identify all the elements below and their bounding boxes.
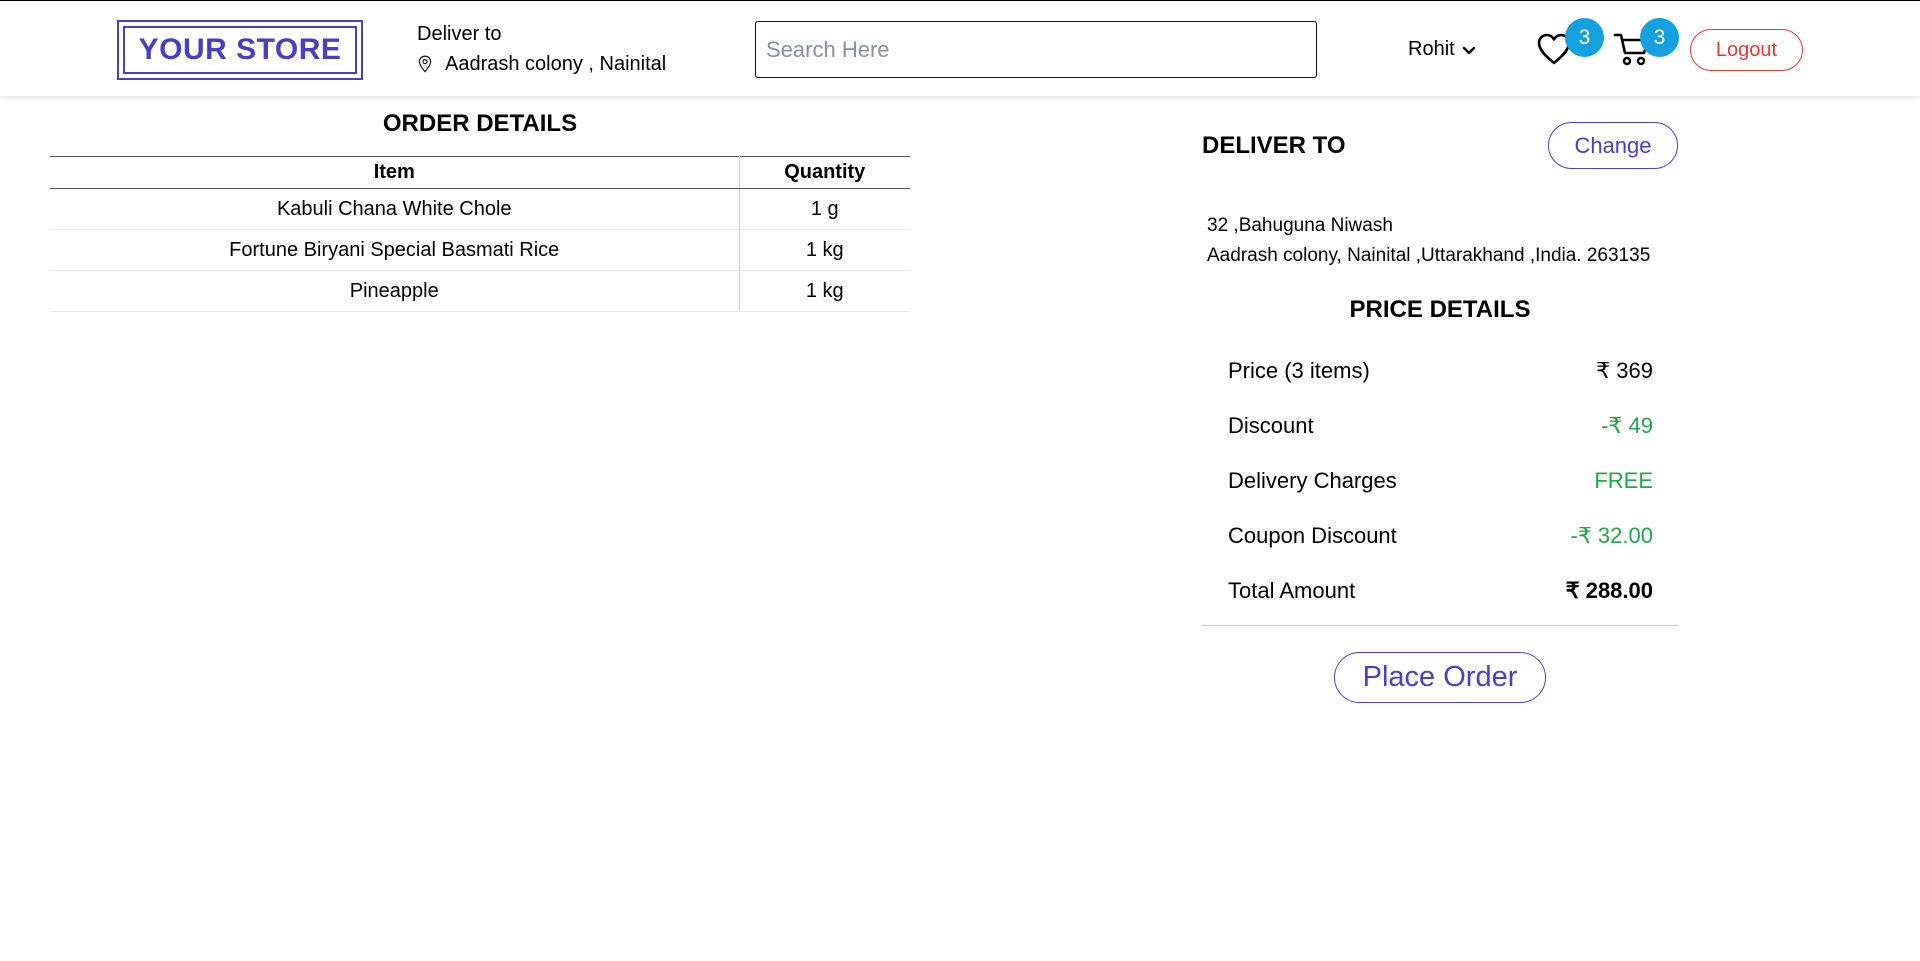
discount-label: Discount <box>1228 413 1314 438</box>
order-items-table: Item Quantity Kabuli Chana White Chole 1… <box>50 156 910 312</box>
address-line-2: Aadrash colony, Nainital ,Uttarakhand ,I… <box>1207 245 1651 266</box>
location-pin-icon <box>417 55 433 73</box>
deliver-to-label: Deliver to <box>417 23 502 45</box>
table-row: Pineapple 1 kg <box>50 270 910 312</box>
order-details-title: ORDER DETAILS <box>382 110 578 137</box>
table-header-row: Item Quantity <box>50 156 910 189</box>
discount-value: -₹ 49 <box>1601 413 1653 438</box>
item-name-cell: Fortune Biryani Special Basmati Rice <box>50 229 740 271</box>
column-header-item: Item <box>50 156 740 189</box>
user-menu[interactable]: Rohit <box>1408 38 1476 61</box>
coupon-discount-value: -₹ 32.00 <box>1570 523 1654 548</box>
change-address-button[interactable]: Change <box>1548 122 1678 169</box>
quantity-cell: 1 kg <box>739 270 910 312</box>
quantity-cell: 1 kg <box>739 229 910 271</box>
table-row: Kabuli Chana White Chole 1 g <box>50 188 910 230</box>
price-row-items: Price (3 items) ₹ 369 <box>1228 358 1653 384</box>
column-header-quantity: Quantity <box>739 156 910 189</box>
store-logo-text: YOUR STORE <box>123 26 357 74</box>
price-row-total: Total Amount ₹ 288.00 <box>1228 578 1653 604</box>
place-order-button[interactable]: Place Order <box>1334 652 1546 703</box>
delivery-address: 32 ,Bahuguna Niwash Aadrash colony, Nain… <box>1207 211 1650 271</box>
coupon-discount-label: Coupon Discount <box>1228 523 1397 548</box>
search-input[interactable] <box>755 21 1317 78</box>
total-amount-label: Total Amount <box>1228 578 1356 603</box>
item-name-cell: Kabuli Chana White Chole <box>50 188 740 230</box>
store-logo[interactable]: YOUR STORE <box>117 20 363 80</box>
deliver-to-title: DELIVER TO <box>1202 132 1346 159</box>
price-label: Price (3 items) <box>1228 358 1370 383</box>
top-navbar: YOUR STORE Deliver to Aadrash colony , N… <box>0 0 1920 96</box>
deliver-location-text: Aadrash colony , Nainital <box>445 53 667 75</box>
price-divider <box>1202 625 1678 626</box>
address-line-1: 32 ,Bahuguna Niwash <box>1207 215 1393 236</box>
price-row-discount: Discount -₹ 49 <box>1228 413 1653 439</box>
deliver-location-block[interactable]: Deliver to Aadrash colony , Nainital <box>417 21 666 77</box>
price-row-delivery: Delivery Charges FREE <box>1228 468 1653 494</box>
chevron-down-icon <box>1462 46 1476 56</box>
delivery-charges-value: FREE <box>1594 468 1653 493</box>
logout-button[interactable]: Logout <box>1690 29 1803 71</box>
user-name: Rohit <box>1408 38 1455 60</box>
wishlist-count-badge: 3 <box>1565 18 1604 57</box>
price-details-title: PRICE DETAILS <box>1349 296 1531 323</box>
item-name-cell: Pineapple <box>50 270 740 312</box>
total-amount-value: ₹ 288.00 <box>1565 578 1653 603</box>
table-row: Fortune Biryani Special Basmati Rice 1 k… <box>50 229 910 271</box>
price-value: ₹ 369 <box>1596 358 1653 383</box>
delivery-charges-label: Delivery Charges <box>1228 468 1397 493</box>
quantity-cell: 1 g <box>739 188 910 230</box>
price-row-coupon: Coupon Discount -₹ 32.00 <box>1228 523 1653 549</box>
cart-count-badge: 3 <box>1640 18 1679 57</box>
